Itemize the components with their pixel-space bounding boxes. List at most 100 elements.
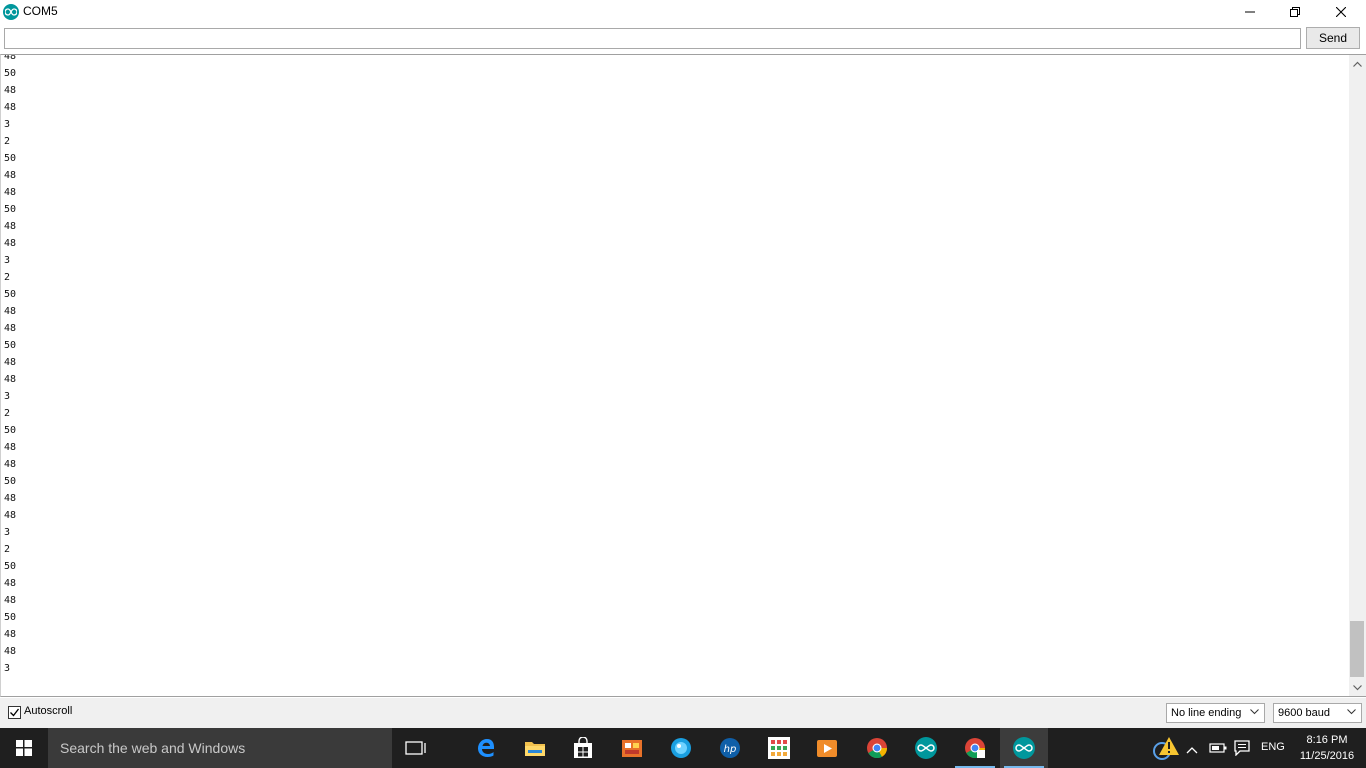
output-line: 50 xyxy=(4,204,17,215)
taskbar-edge[interactable] xyxy=(462,728,510,768)
output-line: 48 xyxy=(4,510,17,521)
close-icon xyxy=(1336,7,1346,17)
output-line: 50 xyxy=(4,425,17,436)
arduino-icon xyxy=(3,4,19,20)
line-ending-select[interactable]: No line ending xyxy=(1166,703,1265,723)
autoscroll-label: Autoscroll xyxy=(24,705,73,717)
output-line: 48 xyxy=(4,323,17,334)
taskbar-app-orange[interactable] xyxy=(608,728,656,768)
taskbar-media-player[interactable] xyxy=(803,728,851,768)
edge-icon xyxy=(478,739,495,757)
scroll-up-button[interactable] xyxy=(1349,55,1366,72)
chrome-icon xyxy=(867,738,888,759)
chrome-icon xyxy=(965,738,986,759)
serial-input[interactable] xyxy=(4,28,1301,49)
taskbar-chrome-app[interactable] xyxy=(951,728,999,768)
output-lines: 48 50 48 48 3 2 50 48 48 50 48 48 3 2 50 48 48 50 48 48 3 2 50… xyxy=(4,54,17,677)
chevron-down-icon xyxy=(1250,709,1259,715)
output-line: 3 xyxy=(4,527,11,538)
baud-rate-value: 9600 baud xyxy=(1278,707,1330,719)
office-tools-icon xyxy=(622,740,642,757)
close-button[interactable] xyxy=(1318,0,1364,24)
output-line: 50 xyxy=(4,561,17,572)
output-line: 48 xyxy=(4,306,17,317)
minimize-icon xyxy=(1245,11,1255,13)
arduino-icon xyxy=(1013,737,1035,759)
chevron-down-icon xyxy=(1353,684,1362,690)
scroll-down-button[interactable] xyxy=(1349,679,1366,696)
start-button[interactable] xyxy=(0,728,48,768)
output-line: 50 xyxy=(4,340,17,351)
store-icon xyxy=(574,737,592,758)
output-line: 3 xyxy=(4,119,11,130)
title-bar: COM5 xyxy=(0,0,1366,24)
chevron-down-icon xyxy=(1347,709,1356,715)
taskbar-app-grid[interactable] xyxy=(755,728,803,768)
output-line: 50 xyxy=(4,153,17,164)
output-line: 48 xyxy=(4,102,17,113)
output-line: 2 xyxy=(4,408,11,419)
send-button[interactable]: Send xyxy=(1306,27,1360,49)
scroll-thumb[interactable] xyxy=(1350,621,1364,677)
autoscroll-checkbox[interactable] xyxy=(8,706,21,719)
taskbar-arduino-1[interactable] xyxy=(902,728,950,768)
windows-logo-icon xyxy=(16,740,32,756)
search-placeholder: Search the web and Windows xyxy=(60,740,246,756)
output-line: 48 xyxy=(4,238,17,249)
folder-icon xyxy=(525,742,545,756)
output-line: 48 xyxy=(4,187,17,198)
window-title: COM5 xyxy=(23,4,58,18)
output-line: 48 xyxy=(4,357,17,368)
output-line: 2 xyxy=(4,136,11,147)
clock-time: 8:16 PM xyxy=(1306,734,1348,746)
checkmark-icon xyxy=(10,708,20,717)
taskbar-store[interactable] xyxy=(559,728,607,768)
output-line: 50 xyxy=(4,68,17,79)
taskbar-hp[interactable]: hp xyxy=(706,728,754,768)
vertical-scrollbar[interactable] xyxy=(1349,54,1366,697)
minimize-button[interactable] xyxy=(1227,0,1273,24)
taskbar-app-globe[interactable] xyxy=(657,728,705,768)
serial-output[interactable]: 48 50 48 48 3 2 50 48 48 50 48 48 3 2 50 48 48 50 48 48 3 2 50… xyxy=(0,54,1349,697)
hp-icon: hp xyxy=(720,738,740,758)
notification-icon xyxy=(1234,740,1250,757)
output-line: 48 xyxy=(4,221,17,232)
tray-action-center[interactable] xyxy=(1234,740,1250,761)
line-ending-value: No line ending xyxy=(1171,707,1242,719)
taskbar-search[interactable]: Search the web and Windows xyxy=(48,728,392,768)
output-line: 2 xyxy=(4,544,11,555)
tray-expand[interactable] xyxy=(1186,741,1198,759)
input-language[interactable]: ENG xyxy=(1261,741,1285,753)
output-line: 2 xyxy=(4,272,11,283)
output-line: 48 xyxy=(4,493,17,504)
play-icon xyxy=(817,740,837,757)
baud-rate-select[interactable]: 9600 baud xyxy=(1273,703,1362,723)
output-line: 3 xyxy=(4,255,11,266)
output-line: 48 xyxy=(4,595,17,606)
taskbar-file-explorer[interactable] xyxy=(511,728,559,768)
task-view-button[interactable] xyxy=(392,728,440,768)
arduino-icon xyxy=(915,737,937,759)
tray-battery[interactable] xyxy=(1209,741,1227,759)
output-line: 48 xyxy=(4,374,17,385)
output-line: 50 xyxy=(4,289,17,300)
output-line: 50 xyxy=(4,612,17,623)
output-line: 48 xyxy=(4,646,17,657)
output-line: 48 xyxy=(4,54,17,62)
status-bar: Autoscroll No line ending 9600 baud xyxy=(0,698,1366,728)
taskbar-arduino-2[interactable] xyxy=(1000,728,1048,768)
globe-icon xyxy=(671,738,691,758)
output-line: 48 xyxy=(4,629,17,640)
apps-grid-icon xyxy=(768,737,790,759)
chevron-up-icon xyxy=(1186,747,1198,754)
battery-icon xyxy=(1209,743,1227,753)
restore-button[interactable] xyxy=(1272,0,1318,24)
clock[interactable]: 8:16 PM 11/25/2016 xyxy=(1296,732,1358,764)
output-line: 48 xyxy=(4,442,17,453)
warning-icon xyxy=(1153,737,1179,760)
output-line: 48 xyxy=(4,85,17,96)
taskbar-chrome[interactable] xyxy=(853,728,901,768)
tray-warning[interactable] xyxy=(1152,736,1182,762)
chevron-up-icon xyxy=(1353,61,1362,67)
svg-text:hp: hp xyxy=(724,744,737,755)
